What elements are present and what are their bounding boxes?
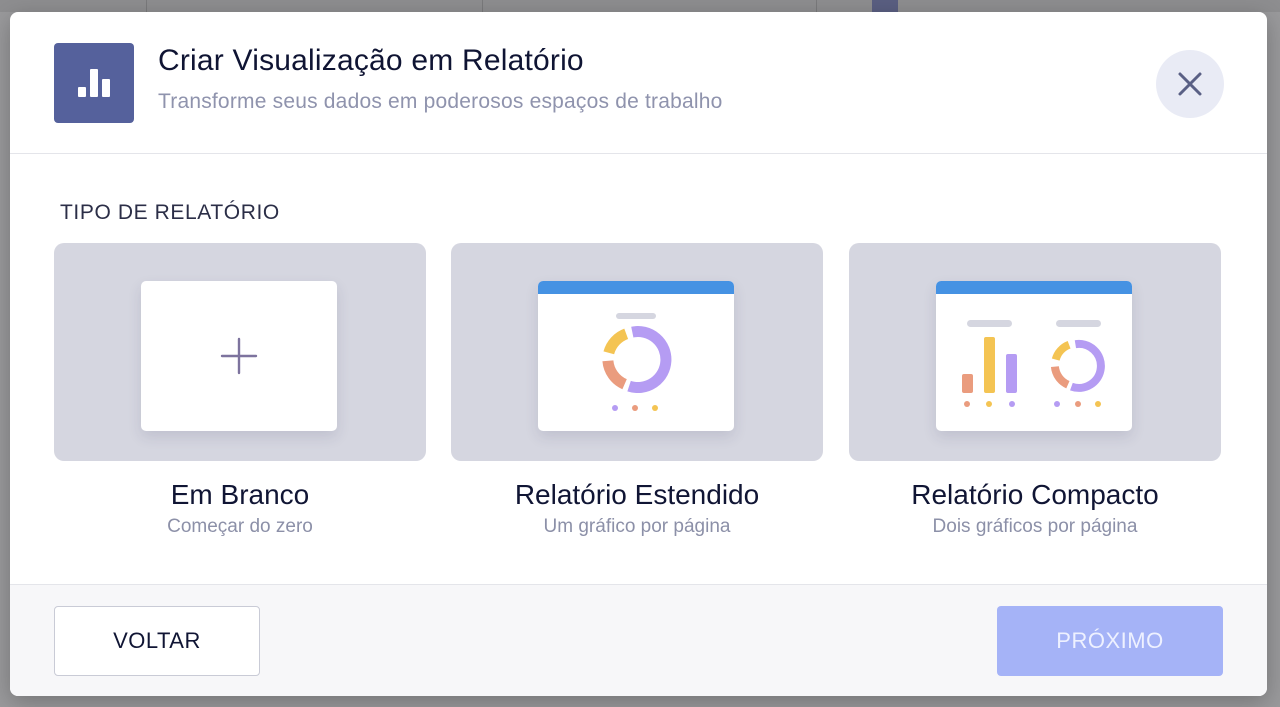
card-title: Em Branco [170,479,310,510]
background-divider [816,0,817,12]
modal-body: TIPO DE RELATÓRIO Em Branco Começar do z… [10,155,1267,585]
close-button[interactable] [1156,50,1224,118]
create-report-modal: Criar Visualização em Relatório Transfor… [10,12,1267,696]
extended-report-preview [538,281,734,431]
card-subtitle: Começar do zero [167,516,313,537]
card-thumbnail [849,243,1221,461]
background-add-icon [872,0,898,12]
card-title: Relatório Estendido [514,479,760,510]
next-button[interactable]: PRÓXIMO [997,606,1223,676]
modal-title: Criar Visualização em Relatório [158,44,584,77]
background-divider [146,0,147,12]
card-subtitle: Dois gráficos por página [932,516,1138,537]
modal-header: Criar Visualização em Relatório Transfor… [10,12,1267,154]
section-label: TIPO DE RELATÓRIO [60,201,280,224]
donut-chart-icon [602,313,672,411]
plus-icon [220,337,258,375]
background-divider [482,0,483,12]
back-button[interactable]: VOLTAR [54,606,260,676]
card-title: Relatório Compacto [911,479,1159,510]
blank-page-preview [141,281,337,431]
compact-report-preview [936,281,1132,431]
compact-charts-icon [962,320,1105,407]
card-subtitle: Um gráfico por página [543,516,731,537]
modal-footer: VOLTAR PRÓXIMO [10,584,1267,696]
background-toolbar [0,0,1280,12]
card-thumbnail [54,243,426,461]
card-thumbnail [451,243,823,461]
close-icon [1178,72,1202,96]
bar-chart-icon [54,43,134,123]
modal-subtitle: Transforme seus dados em poderosos espaç… [158,90,723,113]
